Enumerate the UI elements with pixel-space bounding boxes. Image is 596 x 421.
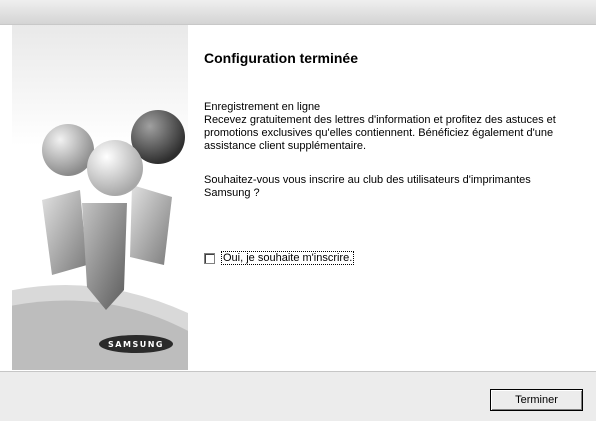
main-panel: Configuration terminée Enregistrement en… bbox=[204, 25, 584, 370]
register-checkbox[interactable] bbox=[204, 252, 215, 264]
title-bar bbox=[0, 0, 596, 25]
users-figures-icon bbox=[12, 110, 188, 370]
register-option[interactable]: Oui, je souhaite m'inscrire. bbox=[204, 251, 355, 265]
finish-button[interactable]: Terminer bbox=[490, 389, 583, 411]
button-bar: Terminer bbox=[0, 371, 596, 421]
sphere-left bbox=[42, 124, 94, 176]
register-checkbox-label[interactable]: Oui, je souhaite m'inscrire. bbox=[221, 251, 355, 265]
side-panel-banner: SAMSUNG bbox=[12, 25, 188, 370]
figure-body-left bbox=[42, 190, 87, 275]
club-question-text: Souhaitez-vous vous inscrire au club des… bbox=[204, 174, 531, 199]
setup-window: SAMSUNG Configuration terminée Enregistr… bbox=[0, 0, 596, 421]
samsung-logo: SAMSUNG bbox=[99, 335, 173, 353]
figure-body-right bbox=[130, 185, 172, 265]
wizard-content: SAMSUNG Configuration terminée Enregistr… bbox=[12, 25, 588, 370]
registration-info-content: Enregistrement en ligne Recevez gratuite… bbox=[204, 101, 556, 152]
registration-info-text: Enregistrement en ligne Recevez gratuite… bbox=[204, 101, 576, 153]
sphere-center bbox=[87, 140, 143, 196]
page-title: Configuration terminée bbox=[204, 50, 359, 66]
